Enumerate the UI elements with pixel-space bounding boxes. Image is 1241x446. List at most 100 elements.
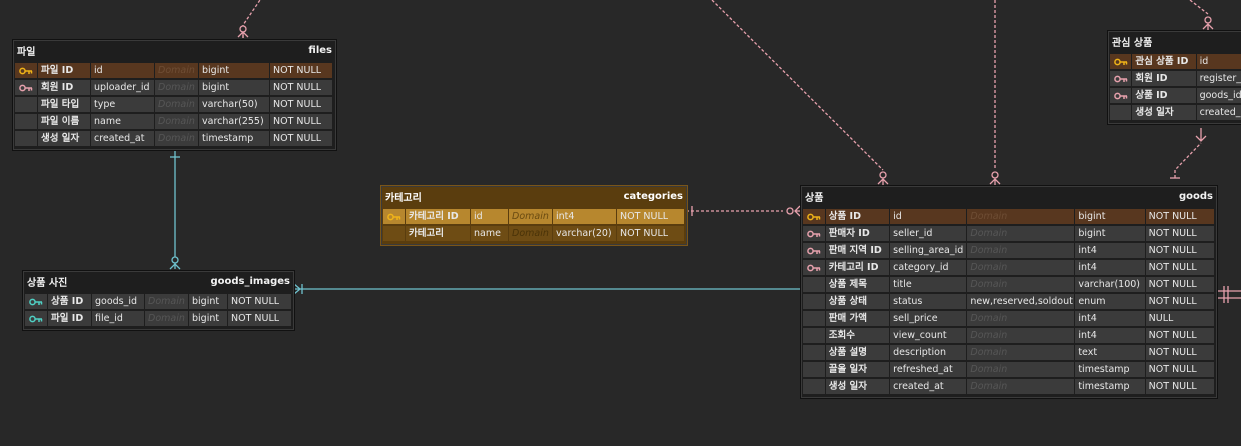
- column-logical-name: 생성 일자: [1132, 105, 1196, 120]
- table-row[interactable]: 파일 이름 name Domain varchar(255) NOT NULL: [15, 113, 334, 130]
- column-logical-name: 카테고리: [406, 226, 470, 241]
- table-interests[interactable]: 관심 상품 관심 상품 ID id 회원 ID register_ 상품 ID goods…: [1107, 30, 1241, 125]
- column-logical-name: 상품 설명: [825, 345, 890, 360]
- table-logical-name: 상품 사진: [27, 277, 68, 289]
- column-data-type: int4: [1075, 328, 1145, 343]
- column-domain: Domain: [145, 311, 188, 326]
- column-data-type: text: [1075, 345, 1145, 360]
- table-header[interactable]: 관심 상품: [1108, 31, 1241, 51]
- table-row[interactable]: 조회수 view_count Domain int4 NOT NULL: [803, 327, 1215, 344]
- table-row[interactable]: 판매 가액 sell_price Domain int4 NULL: [803, 310, 1215, 327]
- table-row[interactable]: 회원 ID register_: [1110, 70, 1241, 87]
- table-row[interactable]: 회원 ID uploader_id Domain bigint NOT NULL: [15, 79, 334, 96]
- column-logical-name: 끌올 일자: [825, 362, 890, 377]
- table-row[interactable]: 생성 일자 created_at Domain timestamp NOT NULL: [15, 130, 334, 147]
- column-nullable: NOT NULL: [1145, 277, 1214, 292]
- table-goods[interactable]: 상품 goods 상품 ID id Domain bigint NOT NULL 판매자 …: [800, 185, 1218, 399]
- column-physical-name: sell_price: [890, 311, 967, 326]
- column-physical-name: id: [471, 209, 508, 224]
- column-logical-name: 판매 가액: [825, 311, 890, 326]
- key-cell: [15, 97, 37, 112]
- table-row[interactable]: 상품 ID id Domain bigint NOT NULL: [803, 208, 1215, 225]
- table-row[interactable]: 관심 상품 ID id: [1110, 53, 1241, 70]
- table-physical-name: files: [308, 44, 332, 56]
- relation-goods-goods-images: [293, 283, 800, 295]
- table-row[interactable]: 카테고리 ID id Domain int4 NOT NULL: [383, 208, 685, 225]
- primary-key-icon: [1110, 54, 1132, 69]
- foreign-key-icon: [803, 243, 825, 258]
- table-row[interactable]: 상품 상태 status new,reserved,soldout enum NOT N…: [803, 293, 1215, 310]
- primary-foreign-key-icon: [25, 294, 47, 309]
- column-data-type: bigint: [189, 311, 227, 326]
- column-data-type: int4: [553, 209, 616, 224]
- table-row[interactable]: 파일 ID file_id Domain bigint NOT NULL: [25, 310, 292, 327]
- table-header[interactable]: 카테고리 categories: [381, 186, 687, 206]
- table-physical-name: categories: [623, 190, 683, 202]
- key-cell: [15, 131, 37, 146]
- column-data-type: bigint: [199, 80, 269, 95]
- column-physical-name: name: [91, 114, 154, 129]
- column-nullable: NOT NULL: [270, 97, 332, 112]
- table-row[interactable]: 판매 지역 ID selling_area_id Domain int4 NOT NUL…: [803, 242, 1215, 259]
- column-physical-name: selling_area_id: [890, 243, 967, 258]
- table-row[interactable]: 파일 ID id Domain bigint NOT NULL: [15, 62, 334, 79]
- table-row[interactable]: 판매자 ID seller_id Domain bigint NOT NULL: [803, 225, 1215, 242]
- table-row[interactable]: 상품 제목 title Domain varchar(100) NOT NULL: [803, 276, 1215, 293]
- column-logical-name: 생성 일자: [38, 131, 90, 146]
- table-physical-name: goods: [1178, 190, 1213, 202]
- table-row[interactable]: 상품 ID goods_id: [1110, 87, 1241, 104]
- column-data-type: varchar(100): [1075, 277, 1145, 292]
- column-logical-name: 카테고리 ID: [825, 260, 890, 275]
- table-header[interactable]: 파일 files: [13, 40, 336, 60]
- column-physical-name: name: [471, 226, 508, 241]
- table-row[interactable]: 상품 ID goods_id Domain bigint NOT NULL: [25, 293, 292, 310]
- column-domain: new,reserved,soldout: [967, 294, 1075, 309]
- table-goods-images[interactable]: 상품 사진 goods_images 상품 ID goods_id Domain bi…: [22, 270, 295, 331]
- column-physical-name: goods_id: [1196, 88, 1241, 103]
- column-physical-name: refreshed_at: [890, 362, 967, 377]
- table-row[interactable]: 카테고리 name Domain varchar(20) NOT NULL: [383, 225, 685, 242]
- table-row[interactable]: 카테고리 ID category_id Domain int4 NOT NULL: [803, 259, 1215, 276]
- primary-key-icon: [383, 209, 405, 224]
- table-row[interactable]: 끌올 일자 refreshed_at Domain timestamp NOT NULL: [803, 361, 1215, 378]
- table-row[interactable]: 파일 타입 type Domain varchar(50) NOT NULL: [15, 96, 334, 113]
- column-nullable: NOT NULL: [617, 226, 684, 241]
- column-data-type: varchar(20): [553, 226, 616, 241]
- table-row[interactable]: 상품 설명 description Domain text NOT NULL: [803, 344, 1215, 361]
- relation-interests-member: [1189, 0, 1214, 30]
- column-logical-name: 회원 ID: [38, 80, 90, 95]
- key-cell: [803, 362, 825, 377]
- table-row[interactable]: 생성 일자 created_: [1110, 104, 1241, 121]
- table-categories[interactable]: 카테고리 categories 카테고리 ID id Domain int4 NOT N…: [380, 185, 688, 246]
- column-domain: Domain: [967, 243, 1075, 258]
- column-data-type: timestamp: [1075, 362, 1145, 377]
- primary-key-icon: [803, 209, 825, 224]
- column-domain: Domain: [967, 209, 1075, 224]
- column-domain: Domain: [967, 311, 1075, 326]
- table-files[interactable]: 파일 files 파일 ID id Domain bigint NOT NULL 회원 I…: [12, 39, 337, 151]
- column-domain: Domain: [967, 260, 1075, 275]
- column-nullable: NOT NULL: [228, 311, 291, 326]
- column-domain: Domain: [509, 226, 552, 241]
- column-nullable: NOT NULL: [270, 80, 332, 95]
- key-cell: [803, 345, 825, 360]
- table-header[interactable]: 상품 goods: [801, 186, 1217, 206]
- column-domain: Domain: [155, 114, 198, 129]
- column-logical-name: 상품 제목: [825, 277, 890, 292]
- column-physical-name: created_at: [91, 131, 154, 146]
- relation-categories-goods: [686, 205, 801, 217]
- key-cell: [15, 114, 37, 129]
- column-data-type: timestamp: [199, 131, 269, 146]
- column-logical-name: 상품 ID: [48, 294, 91, 309]
- key-cell: [1110, 105, 1132, 120]
- table-row[interactable]: 생성 일자 created_at Domain timestamp NOT NULL: [803, 378, 1215, 395]
- table-header[interactable]: 상품 사진 goods_images: [23, 271, 294, 291]
- column-nullable: NULL: [1145, 311, 1214, 326]
- column-logical-name: 파일 ID: [48, 311, 91, 326]
- foreign-key-icon: [1110, 71, 1132, 86]
- column-data-type: bigint: [1075, 209, 1145, 224]
- column-data-type: bigint: [199, 63, 269, 78]
- column-domain: Domain: [967, 328, 1075, 343]
- column-nullable: NOT NULL: [270, 131, 332, 146]
- column-data-type: int4: [1075, 243, 1145, 258]
